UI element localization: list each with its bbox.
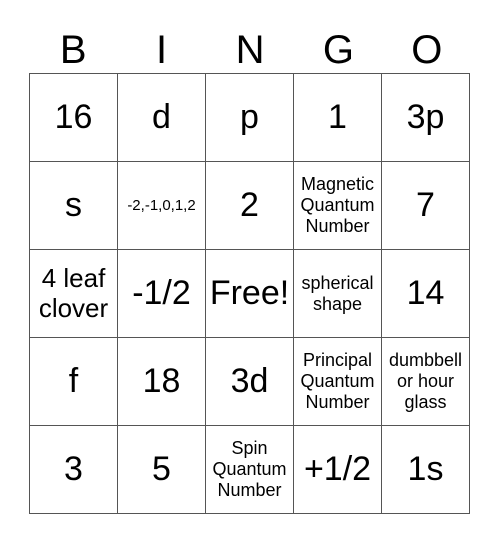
grid-row: 16 d p 1 3p: [29, 73, 470, 162]
grid-row: 4 leaf clover -1/2 Free! spherical shape 14: [29, 249, 470, 338]
bingo-cell[interactable]: 18: [117, 337, 206, 426]
bingo-cell[interactable]: 3p: [381, 73, 470, 162]
bingo-cell[interactable]: 1: [293, 73, 382, 162]
grid-row: s -2,-1,0,1,2 2 Magnetic Quantum Number 7: [29, 161, 470, 250]
bingo-cell[interactable]: s: [29, 161, 118, 250]
free-space-cell[interactable]: Free!: [205, 249, 294, 338]
bingo-cell[interactable]: spherical shape: [293, 249, 382, 338]
bingo-header: B I N G O: [29, 28, 471, 72]
header-letter-b: B: [59, 28, 87, 72]
grid-row: 3 5 Spin Quantum Number +1/2 1s: [29, 425, 470, 514]
bingo-cell[interactable]: 4 leaf clover: [29, 249, 118, 338]
bingo-grid: 16 d p 1 3p s -2,-1,0,1,2 2 Magnetic Quantum Num…: [29, 73, 470, 514]
bingo-cell[interactable]: 3d: [205, 337, 294, 426]
bingo-cell[interactable]: Spin Quantum Number: [205, 425, 294, 514]
bingo-cell[interactable]: 5: [117, 425, 206, 514]
header-letter-o: O: [411, 28, 443, 72]
bingo-cell[interactable]: dumbbell or hour glass: [381, 337, 470, 426]
bingo-cell[interactable]: +1/2: [293, 425, 382, 514]
bingo-cell[interactable]: 16: [29, 73, 118, 162]
bingo-cell[interactable]: 1s: [381, 425, 470, 514]
header-letter-i: I: [156, 28, 168, 72]
bingo-cell[interactable]: 3: [29, 425, 118, 514]
bingo-cell[interactable]: p: [205, 73, 294, 162]
bingo-cell[interactable]: Magnetic Quantum Number: [293, 161, 382, 250]
bingo-cell[interactable]: 7: [381, 161, 470, 250]
bingo-cell[interactable]: d: [117, 73, 206, 162]
bingo-cell[interactable]: Principal Quantum Number: [293, 337, 382, 426]
bingo-cell[interactable]: 2: [205, 161, 294, 250]
bingo-cell[interactable]: f: [29, 337, 118, 426]
header-letter-g: G: [322, 28, 354, 72]
bingo-cell[interactable]: -2,-1,0,1,2: [117, 161, 206, 250]
grid-row: f 18 3d Principal Quantum Number dumbbell or…: [29, 337, 470, 426]
bingo-cell[interactable]: 14: [381, 249, 470, 338]
bingo-cell[interactable]: -1/2: [117, 249, 206, 338]
header-letter-n: N: [235, 28, 265, 72]
